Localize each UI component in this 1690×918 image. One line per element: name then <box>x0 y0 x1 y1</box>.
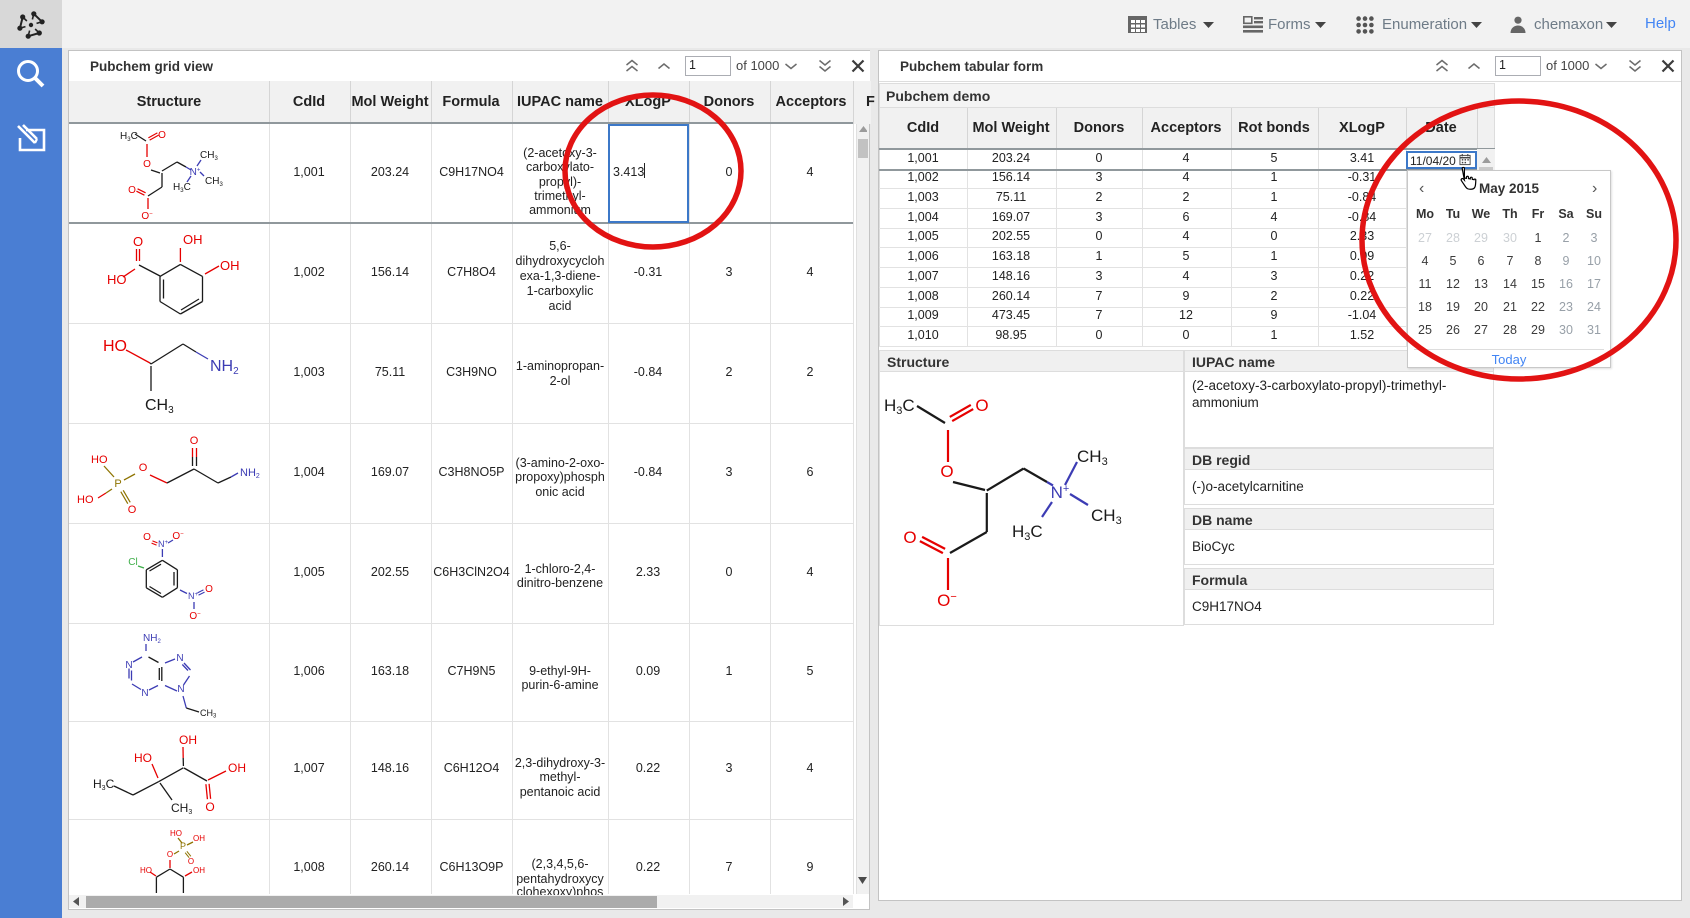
svg-text:N+: N+ <box>1051 483 1070 502</box>
svg-text:H3C: H3C <box>1012 522 1043 543</box>
svg-text:CH3: CH3 <box>1077 447 1108 468</box>
svg-text:CH3: CH3 <box>1091 506 1122 527</box>
svg-text:O: O <box>903 528 916 547</box>
svg-text:O−: O− <box>937 591 957 610</box>
svg-text:O: O <box>975 396 988 415</box>
svg-text:O: O <box>940 462 953 481</box>
svg-text:H3C: H3C <box>884 396 915 417</box>
